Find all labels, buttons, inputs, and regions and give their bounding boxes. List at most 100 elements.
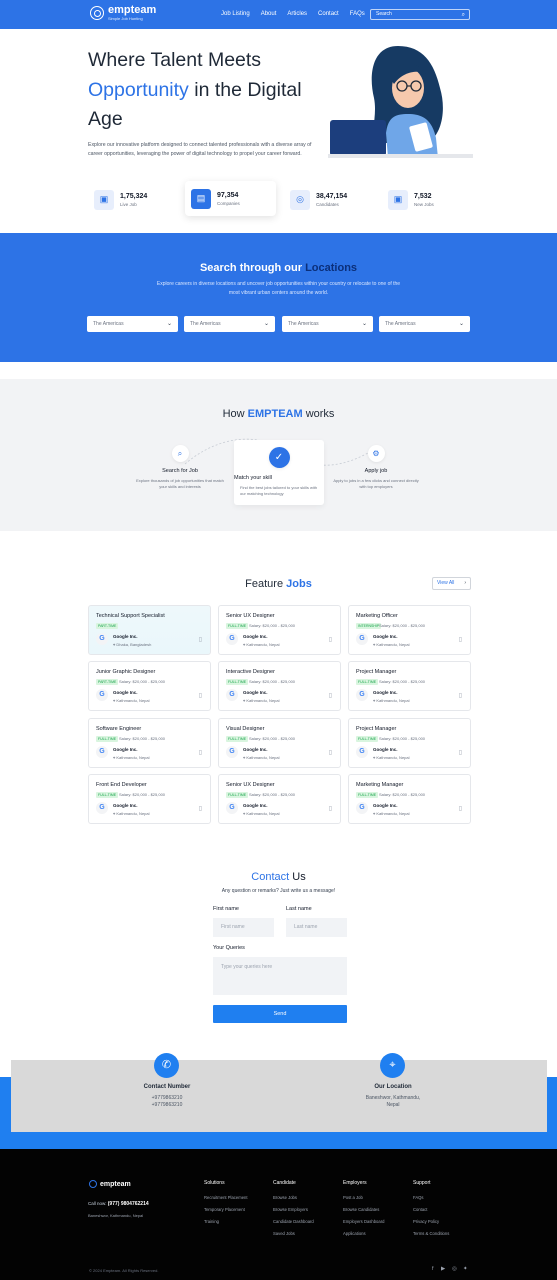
job-location: ⌖ Kathmandu, Nepal [243,811,280,816]
bookmark-icon[interactable]: ▯ [329,692,332,699]
footer-link[interactable]: Privacy Policy [413,1219,439,1224]
google-logo-icon: G [356,633,368,645]
nav-link-about[interactable]: About [261,11,277,17]
job-location: ⌖ Kathmandu, Nepal [243,755,280,760]
location-select-2[interactable]: The Americas ⌄ [184,316,275,332]
job-title[interactable]: Front End Developer [96,782,147,788]
job-title[interactable]: Interactive Designer [226,669,275,675]
youtube-icon[interactable]: ▶ [441,1266,445,1272]
stat-value: 38,47,154 [316,192,348,200]
job-card[interactable]: Junior Graphic Designer PART-TIME Salary: … [88,661,211,711]
job-card[interactable]: Marketing Manager FULL-TIME Salary: $20,00… [348,774,471,824]
nav-link-articles[interactable]: Articles [287,11,307,17]
location-select-1[interactable]: The Americas ⌄ [87,316,178,332]
nav-links: Job Listing About Articles Contact FAQs [221,11,365,17]
footer-column-title: Solutions [204,1180,225,1186]
nav-link-faqs[interactable]: FAQs [350,11,365,17]
google-logo-icon: G [96,746,108,758]
job-card[interactable]: Front End Developer FULL-TIME Salary: $20,… [88,774,211,824]
last-name-field[interactable]: Last name [286,918,347,937]
search-icon[interactable]: ⌕ [462,11,465,20]
briefcase-icon: ▣ [94,189,114,210]
job-title[interactable]: Marketing Officer [356,613,398,619]
job-card[interactable]: Senior UX Designer FULL-TIME Salary: $20,0… [218,774,341,824]
footer-link[interactable]: Browse Employers [273,1207,308,1212]
queries-textarea[interactable]: Type your queries here [213,957,347,995]
bookmark-icon[interactable]: ▯ [459,749,462,756]
job-title[interactable]: Project Manager [356,726,396,732]
job-location: ⌖ Kathmandu, Nepal [113,698,150,703]
facebook-icon[interactable]: f [432,1266,434,1272]
job-card[interactable]: Senior UX Designer FULL-TIME Salary: $20,0… [218,605,341,655]
footer-link[interactable]: FAQs [413,1195,423,1200]
bookmark-icon[interactable]: ▯ [199,692,202,699]
footer-link[interactable]: Terms & Conditions [413,1231,449,1236]
step-desc: Find the best jobs tailored to your skil… [240,485,318,496]
bookmark-icon[interactable]: ▯ [199,749,202,756]
bookmark-icon[interactable]: ▯ [459,692,462,699]
nav-link-contact[interactable]: Contact [318,11,339,17]
job-card[interactable]: Software Engineer FULL-TIME Salary: $20,00… [88,718,211,768]
featured-title-accent: Jobs [286,578,312,590]
job-title[interactable]: Visual Designer [226,726,264,732]
twitter-icon[interactable]: ✦ [463,1266,468,1272]
bookmark-icon[interactable]: ▯ [329,749,332,756]
job-title[interactable]: Junior Graphic Designer [96,669,155,675]
contact-number-title: Contact Number [143,1084,191,1090]
select-value: The Americas [385,321,416,327]
job-title[interactable]: Marketing Manager [356,782,403,788]
nav-link-job-listing[interactable]: Job Listing [221,11,250,17]
logo-icon [89,1180,97,1188]
bookmark-icon[interactable]: ▯ [459,805,462,812]
job-company: Google Inc. [113,690,138,695]
job-title[interactable]: Senior UX Designer [226,782,275,788]
bookmark-icon[interactable]: ▯ [459,636,462,643]
view-all-button[interactable]: View All › [432,577,471,590]
job-title[interactable]: Project Manager [356,669,396,675]
bookmark-icon[interactable]: ▯ [199,805,202,812]
job-card[interactable]: Project Manager FULL-TIME Salary: $20,000 … [348,718,471,768]
bookmark-icon[interactable]: ▯ [329,636,332,643]
job-card[interactable]: Technical Support Specialist PART-TIME G Go… [88,605,211,655]
bookmark-icon[interactable]: ▯ [199,636,202,643]
footer-logo[interactable]: empteam [89,1180,131,1188]
footer-link[interactable]: Training [204,1219,219,1224]
first-name-field[interactable]: First name [213,918,274,937]
footer-link[interactable]: Applications [343,1231,366,1236]
hero-title-line3: Age [88,108,123,130]
job-type-badge: FULL-TIME [226,792,249,798]
job-title[interactable]: Software Engineer [96,726,141,732]
footer-link[interactable]: Post a Job [343,1195,363,1200]
call-number[interactable]: (977) 9804762214 [108,1201,149,1207]
job-title[interactable]: Senior UX Designer [226,613,275,619]
job-location-text: Kathmandu, Nepal [116,755,150,760]
job-salary: Salary: $20,000 - $25,000 [119,679,166,684]
send-button[interactable]: Send [213,1005,347,1023]
location-select-4[interactable]: The Americas ⌄ [379,316,470,332]
footer-link[interactable]: Temporary Placement [204,1207,245,1212]
bookmark-icon[interactable]: ▯ [329,805,332,812]
job-card[interactable]: Visual Designer FULL-TIME Salary: $20,000 … [218,718,341,768]
instagram-icon[interactable]: ◎ [452,1266,457,1272]
footer-link[interactable]: Saved Jobs [273,1231,295,1236]
select-value: The Americas [93,321,124,327]
footer-link[interactable]: Candidate Dashboard [273,1219,314,1224]
location-select-3[interactable]: The Americas ⌄ [282,316,373,332]
our-location-title: Our Location [374,1084,412,1090]
job-card[interactable]: Marketing Officer INTERNSHIP Salary: $20,0… [348,605,471,655]
footer-link[interactable]: Recruitment Placement [204,1195,248,1200]
footer-link[interactable]: Employers Dashboard [343,1219,384,1224]
briefcase-icon: ▣ [388,189,408,210]
brand-logo[interactable]: empteam Simple Job Hunting [90,5,156,21]
job-title[interactable]: Technical Support Specialist [96,613,165,619]
footer-link[interactable]: Contact [413,1207,427,1212]
job-card[interactable]: Project Manager FULL-TIME Salary: $20,000 … [348,661,471,711]
google-logo-icon: G [356,746,368,758]
nav-search-input[interactable]: Search ⌕ [370,9,470,20]
job-location-text: Dhaka, Bangladesh [116,642,152,647]
footer-link[interactable]: Browse Jobs [273,1195,297,1200]
step-title: Apply job [364,468,388,474]
job-card[interactable]: Interactive Designer FULL-TIME Salary: $20… [218,661,341,711]
search-icon: ⌕ [171,445,189,462]
footer-link[interactable]: Browse Candidates [343,1207,379,1212]
